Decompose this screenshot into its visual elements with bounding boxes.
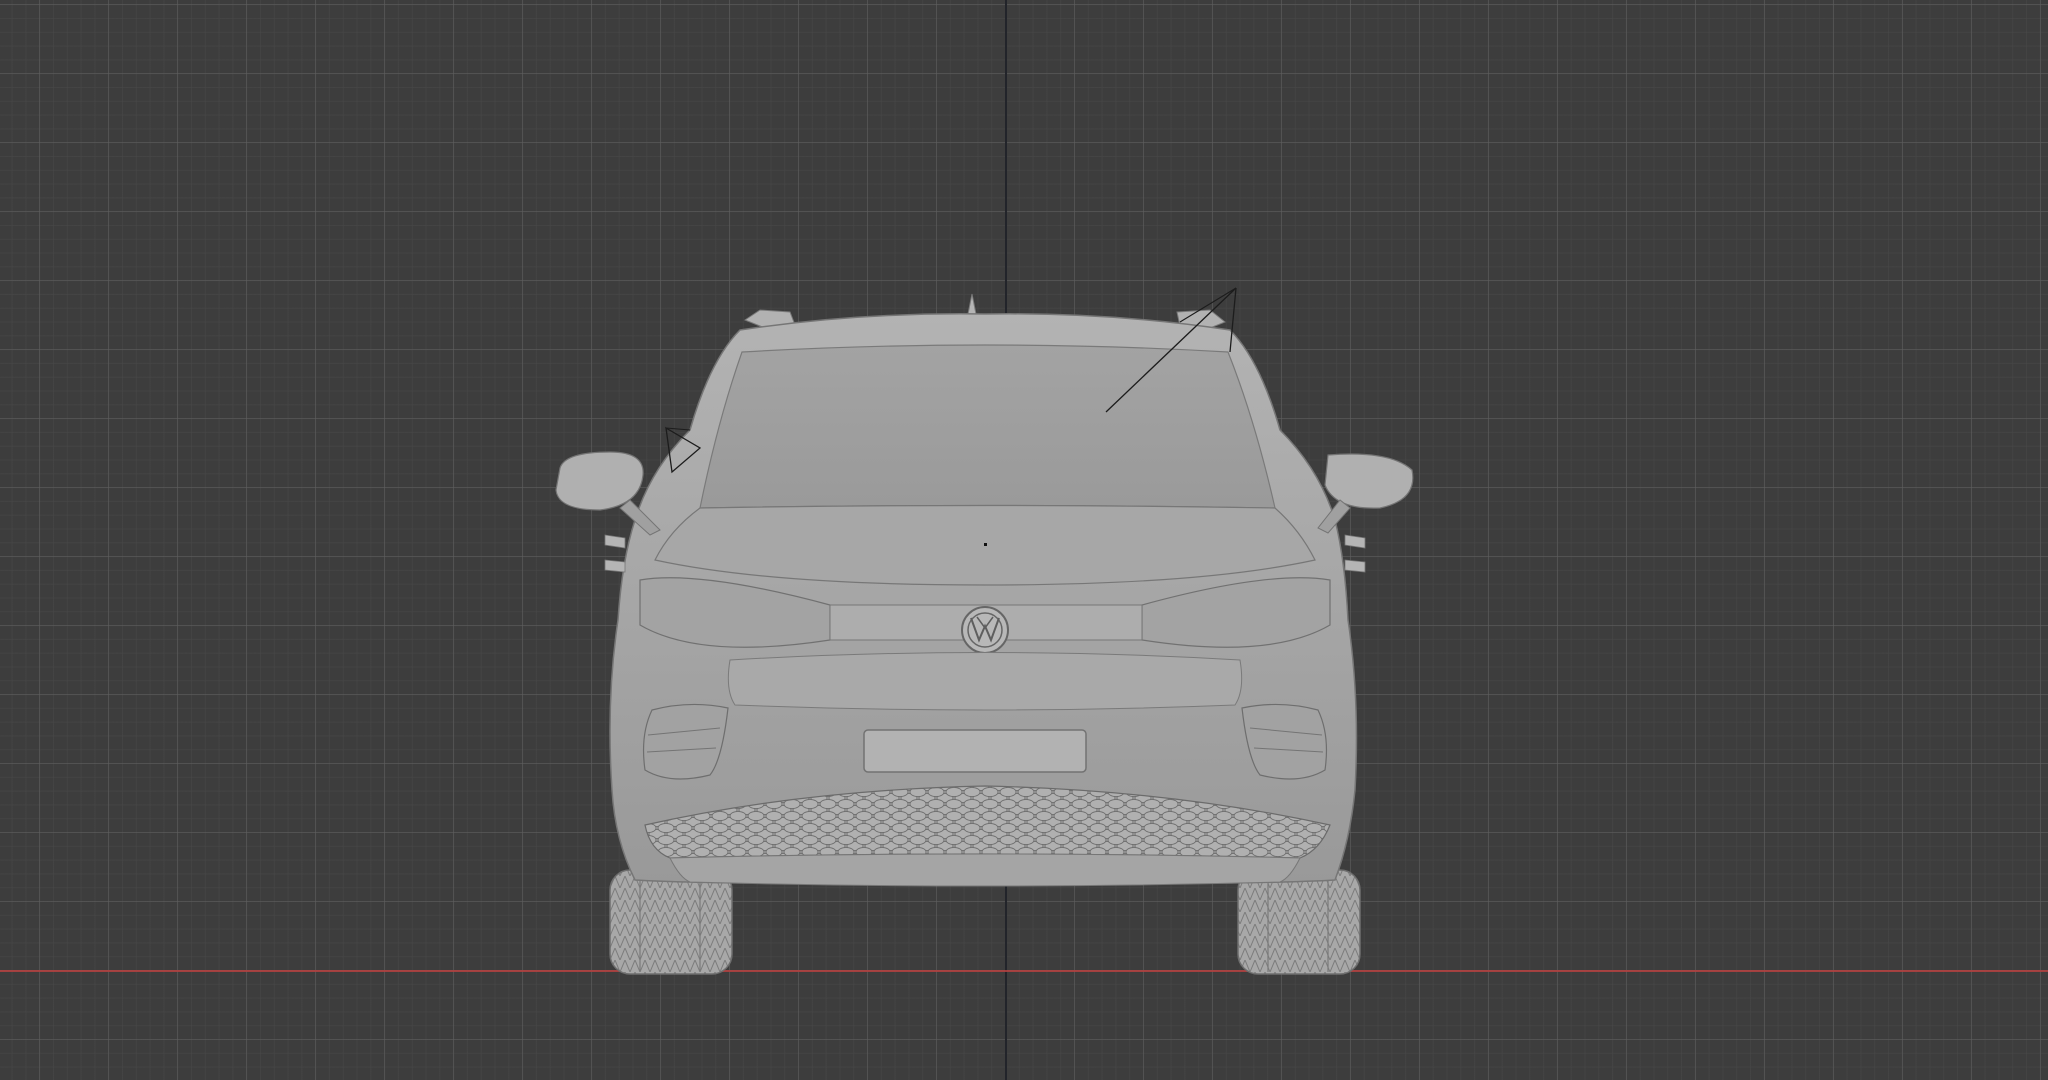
- light-object-icon[interactable]: [1105, 287, 1237, 413]
- origin-point-icon[interactable]: [984, 543, 987, 546]
- 3d-viewport[interactable]: [0, 0, 2048, 1080]
- camera-object-icon[interactable]: [665, 426, 702, 474]
- scene-overlays: [665, 287, 1237, 546]
